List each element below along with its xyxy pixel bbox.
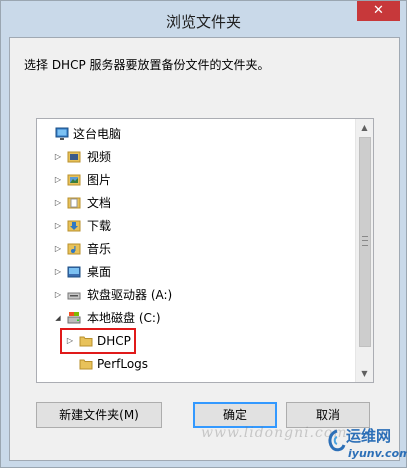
vertical-scrollbar[interactable]: ▲ ▼	[355, 119, 373, 382]
expand-arrow-icon[interactable]: ▷	[53, 215, 63, 237]
tree-item-label: 视频	[87, 150, 112, 164]
tree-item-label: 桌面	[87, 265, 112, 279]
documents-folder-icon	[67, 197, 81, 209]
tree-item-label: PerfLogs	[97, 357, 149, 371]
title-bar[interactable]: 浏览文件夹 ✕	[1, 1, 406, 37]
tree-item-label: 下载	[87, 219, 112, 233]
tree-item-label: 图片	[87, 173, 112, 187]
expand-arrow-icon[interactable]: ▷	[53, 169, 63, 191]
expand-arrow-icon[interactable]: ▷	[53, 261, 63, 283]
highlight-box	[60, 328, 136, 354]
close-button[interactable]: ✕	[357, 1, 400, 21]
dialog-body: 选择 DHCP 服务器要放置备份文件的文件夹。 这台电脑 ▷ 视频 ▷ 图片 ▷…	[9, 37, 400, 461]
new-folder-button[interactable]: 新建文件夹(M)	[36, 402, 162, 428]
dialog-description: 选择 DHCP 服务器要放置备份文件的文件夹。	[24, 58, 270, 72]
floppy-drive-icon	[67, 292, 81, 300]
expand-arrow-icon[interactable]: ▷	[53, 146, 63, 168]
folder-tree[interactable]: 这台电脑 ▷ 视频 ▷ 图片 ▷ 文档 ▷ 下载 ▷ 音乐 ▷ 桌面 ▷ 软盘驱…	[36, 118, 374, 383]
dialog-window: 浏览文件夹 ✕ 选择 DHCP 服务器要放置备份文件的文件夹。 这台电脑 ▷ 视…	[0, 0, 407, 468]
grip-icon	[362, 236, 368, 246]
scroll-down-icon[interactable]: ▼	[356, 365, 373, 382]
scroll-thumb[interactable]	[359, 137, 371, 347]
logo-text: 运维网	[346, 427, 392, 445]
expand-arrow-icon[interactable]: ▷	[53, 284, 63, 306]
downloads-folder-icon	[67, 220, 81, 232]
pictures-folder-icon	[67, 174, 81, 186]
local-disk-icon	[67, 312, 81, 324]
expand-arrow-icon[interactable]: ▷	[53, 192, 63, 214]
desktop-folder-icon	[67, 266, 81, 278]
logo-subtext: iyunv.com	[348, 447, 407, 460]
site-logo: 运维网 iyunv.com	[326, 425, 407, 465]
computer-icon	[55, 127, 69, 140]
tree-item-label: 文档	[87, 196, 112, 210]
tree-item-label: 本地磁盘 (C:)	[87, 311, 161, 325]
tree-item-label: 软盘驱动器 (A:)	[87, 288, 173, 302]
music-folder-icon	[67, 243, 81, 255]
tree-item-label: 音乐	[87, 242, 112, 256]
folder-icon	[79, 359, 93, 370]
collapse-arrow-icon[interactable]: ◢	[53, 307, 63, 329]
dialog-title: 浏览文件夹	[165, 13, 241, 31]
swirl-logo-icon	[328, 429, 346, 452]
scroll-up-icon[interactable]: ▲	[356, 119, 373, 136]
video-folder-icon	[67, 151, 81, 163]
tree-item-label: 这台电脑	[73, 127, 122, 141]
expand-arrow-icon[interactable]: ▷	[53, 238, 63, 260]
